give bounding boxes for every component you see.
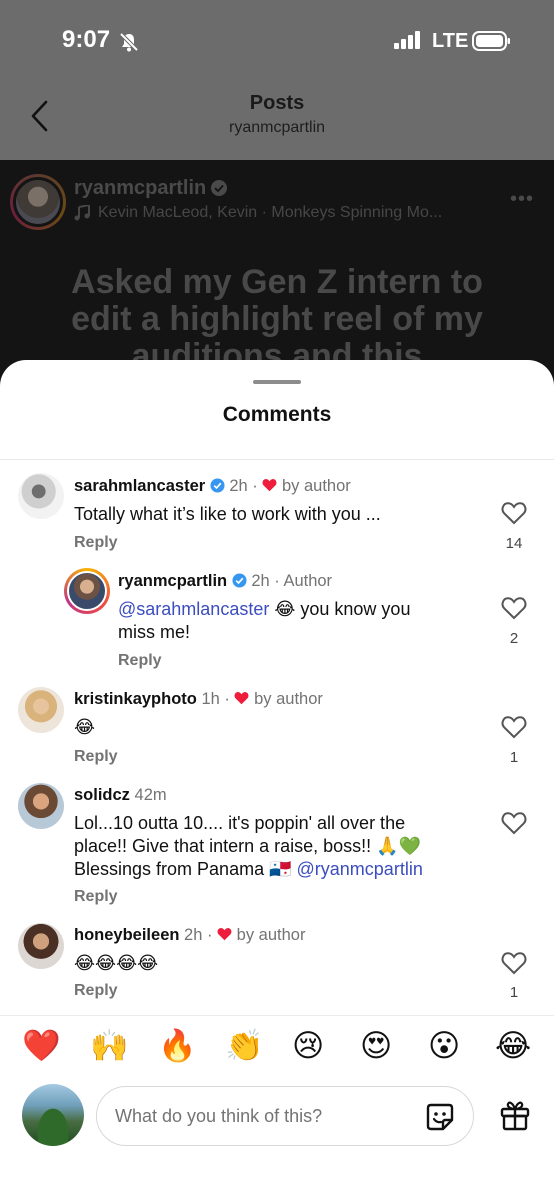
avatar[interactable] bbox=[18, 687, 64, 733]
comment-username[interactable]: solidcz bbox=[74, 786, 130, 804]
comment-text-part: miss me! bbox=[118, 622, 190, 642]
comment-time: 2h bbox=[251, 572, 270, 590]
reaction-laughing[interactable]: 😂 bbox=[495, 1029, 531, 1063]
comment-username[interactable]: sarahmlancaster bbox=[74, 477, 205, 495]
avatar[interactable] bbox=[64, 568, 110, 614]
like-count: 1 bbox=[509, 749, 519, 766]
reaction-surprised[interactable]: 😮 bbox=[428, 1029, 460, 1063]
reaction-raised-hands[interactable]: 🙌 bbox=[90, 1029, 129, 1063]
page-subtitle: ryanmcpartlin bbox=[228, 119, 326, 136]
liked-by-author-label: by author bbox=[254, 690, 323, 708]
comment-header: kristinkayphoto 1h · by author bbox=[74, 690, 323, 708]
avatar[interactable] bbox=[18, 923, 64, 969]
comment-input-wrapper bbox=[96, 1086, 474, 1146]
comment-text-part: place!! Give that intern a raise, boss!!… bbox=[74, 836, 421, 856]
verified-icon bbox=[211, 180, 227, 196]
reaction-clap[interactable]: 👏 bbox=[225, 1029, 264, 1063]
quick-reactions-bar: ❤️ 🙌 🔥 👏 😢 😍 😮 😂 bbox=[0, 1015, 554, 1075]
reply-button[interactable]: Reply bbox=[74, 888, 118, 906]
sheet-grabber[interactable] bbox=[253, 380, 301, 384]
heart-icon bbox=[262, 479, 277, 492]
avatar bbox=[22, 1084, 84, 1146]
sticker-icon[interactable] bbox=[423, 1100, 457, 1134]
divider bbox=[0, 459, 554, 460]
mention-link[interactable]: @sarahmlancaster bbox=[118, 599, 269, 619]
comment-header: ryanmcpartlin 2h · Author bbox=[118, 572, 333, 590]
heart-icon[interactable] bbox=[501, 715, 527, 739]
avatar[interactable] bbox=[18, 473, 64, 519]
status-time: 9:07 bbox=[62, 26, 111, 53]
comment-header: solidcz 42m bbox=[74, 786, 167, 805]
comment-input[interactable] bbox=[115, 1101, 415, 1131]
sheet-title: Comments bbox=[222, 403, 332, 426]
comment-username[interactable]: kristinkayphoto bbox=[74, 690, 197, 708]
comment-text-part: 😂 you know you bbox=[274, 599, 411, 619]
comment-time: 1h bbox=[201, 690, 220, 708]
comment-text: 😂😂😂😂 bbox=[74, 953, 159, 973]
reaction-heart-eyes[interactable]: 😍 bbox=[360, 1029, 392, 1063]
heart-icon bbox=[235, 692, 249, 705]
comment-text: Lol...10 outta 10.... it's poppin' all o… bbox=[74, 812, 494, 881]
avatar[interactable] bbox=[18, 783, 64, 829]
signal-icon bbox=[394, 31, 420, 49]
comment-text: Totally what it’s like to work with you … bbox=[74, 504, 381, 524]
like-count: 2 bbox=[509, 630, 519, 647]
battery-icon bbox=[472, 31, 510, 51]
reply-button[interactable]: Reply bbox=[74, 748, 118, 766]
comment-time: 2h bbox=[184, 926, 203, 944]
like-count: 14 bbox=[505, 535, 523, 552]
reaction-crying[interactable]: 😢 bbox=[292, 1029, 324, 1063]
liked-by-author-label: by author bbox=[281, 477, 351, 495]
comment-text-part: Blessings from Panama 🇵🇦 bbox=[74, 859, 292, 879]
gift-icon[interactable] bbox=[498, 1098, 532, 1132]
heart-icon[interactable] bbox=[501, 951, 527, 975]
reply-button[interactable]: Reply bbox=[118, 652, 162, 670]
verified-icon bbox=[232, 573, 247, 588]
liked-by-author-label: by author bbox=[236, 926, 306, 944]
like-count: 1 bbox=[509, 984, 519, 1001]
comment-username[interactable]: honeybeileen bbox=[74, 926, 179, 944]
post-music-label[interactable]: Kevin MacLeod, Kevin · Monkeys Spinning … bbox=[98, 204, 442, 222]
bell-slash-icon bbox=[119, 32, 139, 52]
reply-button[interactable]: Reply bbox=[74, 982, 118, 1000]
post-username[interactable]: ryanmcpartlin bbox=[74, 177, 206, 200]
author-label: Author bbox=[283, 572, 333, 590]
comment-time: 42m bbox=[134, 786, 167, 804]
reaction-heart[interactable]: ❤️ bbox=[22, 1029, 61, 1063]
comment-composer bbox=[0, 1078, 554, 1158]
heart-icon[interactable] bbox=[501, 811, 527, 835]
comment-text-part: Lol...10 outta 10.... it's poppin' all o… bbox=[74, 813, 406, 833]
comment-text: 😂 bbox=[74, 717, 96, 737]
post-author-avatar[interactable] bbox=[10, 174, 66, 230]
status-bar: 9:07 LTE bbox=[0, 0, 554, 84]
comment-header: honeybeileen 2h · by author bbox=[74, 926, 306, 944]
comment-header: sarahmlancaster 2h · by author bbox=[74, 477, 351, 495]
comment-username[interactable]: ryanmcpartlin bbox=[118, 572, 227, 590]
more-icon[interactable]: ••• bbox=[510, 188, 534, 211]
network-label: LTE bbox=[432, 30, 469, 52]
music-note-icon bbox=[74, 205, 90, 221]
heart-icon[interactable] bbox=[501, 596, 527, 620]
page-title: Posts bbox=[249, 92, 305, 114]
reply-button[interactable]: Reply bbox=[74, 534, 118, 552]
comment-text: @sarahmlancaster 😂 you know you miss me! bbox=[118, 598, 478, 644]
comment-time: 2h bbox=[229, 477, 248, 495]
post-caption: Asked my Gen Z intern to edit a highligh… bbox=[71, 263, 483, 375]
heart-icon bbox=[217, 928, 232, 941]
mention-link[interactable]: @ryanmcpartlin bbox=[297, 859, 423, 879]
heart-icon[interactable] bbox=[501, 501, 527, 525]
verified-icon bbox=[210, 478, 225, 493]
reaction-fire[interactable]: 🔥 bbox=[158, 1029, 197, 1063]
top-nav: Posts ryanmcpartlin bbox=[0, 84, 554, 160]
